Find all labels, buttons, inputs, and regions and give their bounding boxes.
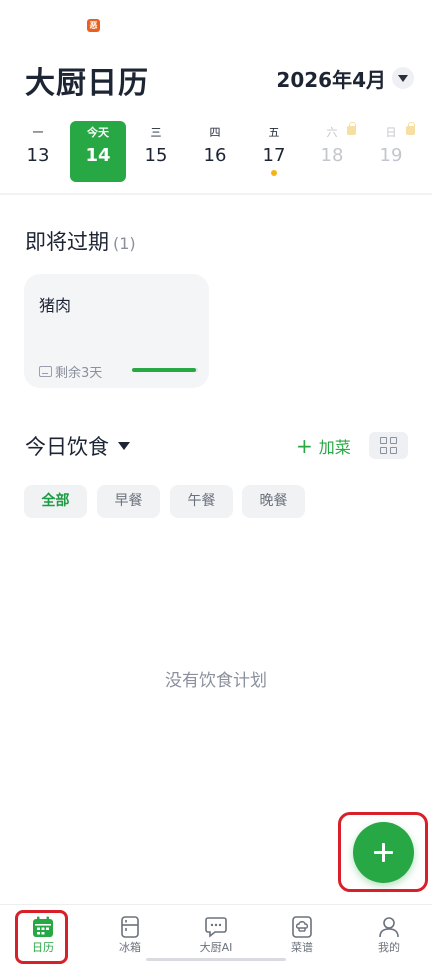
tab-profile[interactable]: 我的 — [359, 913, 419, 963]
add-plan-fab[interactable] — [353, 822, 414, 883]
grid-icon — [390, 437, 397, 444]
header: 大厨日历 2026年4月 — [0, 56, 432, 102]
bottom-tab-bar: 日历 冰箱 大厨AI 菜谱 我的 — [0, 904, 432, 964]
app-notification-icon: 恶 — [87, 19, 100, 32]
day-date: 13 — [26, 145, 50, 166]
remaining-days: 剩余3天 — [39, 362, 102, 381]
day-item[interactable]: 一 13 — [10, 121, 66, 182]
lock-icon — [406, 122, 415, 135]
tab-label: 冰箱 — [119, 941, 141, 954]
filter-chip-breakfast[interactable]: 早餐 — [97, 485, 160, 518]
day-item-locked[interactable]: 日 19 — [363, 121, 419, 182]
expiring-count: (1) — [113, 234, 136, 253]
month-label: 2026年4月 — [276, 67, 386, 92]
expiring-section-title: 即将过期 (1) — [25, 226, 136, 256]
status-bar: 恶 — [0, 0, 432, 44]
inbox-icon — [39, 366, 52, 377]
chat-bubble-icon — [205, 916, 227, 938]
tab-label: 我的 — [378, 941, 400, 954]
day-weekday: 五 — [268, 126, 280, 139]
tab-calendar[interactable]: 日历 — [13, 913, 73, 963]
day-item[interactable]: 四 16 — [187, 121, 243, 182]
day-date: 17 — [262, 145, 286, 166]
day-item[interactable]: 三 15 — [128, 121, 184, 182]
event-dot — [271, 170, 277, 176]
lock-icon — [347, 122, 356, 135]
month-picker[interactable]: 2026年4月 — [276, 62, 414, 94]
day-date: 16 — [203, 145, 227, 166]
day-date: 18 — [320, 145, 344, 166]
add-dish-label: 加菜 — [318, 438, 351, 457]
day-weekday: 三 — [150, 126, 162, 139]
grid-icon — [380, 437, 387, 444]
week-strip: 一 13 今天 14 三 15 四 16 五 17 六 18 日 19 — [0, 120, 432, 186]
ingredient-name: 猪肉 — [39, 296, 72, 315]
day-date: 19 — [379, 145, 403, 166]
chevron-down-icon — [392, 67, 414, 89]
freshness-progress-fill — [132, 368, 197, 372]
day-weekday: 四 — [209, 126, 221, 139]
person-icon — [378, 916, 400, 938]
expiring-title: 即将过期 — [25, 230, 109, 254]
divider — [0, 193, 432, 195]
tab-recipes[interactable]: 菜谱 — [272, 913, 332, 963]
day-date: 14 — [85, 145, 111, 166]
filter-chip-dinner[interactable]: 晚餐 — [242, 485, 305, 518]
day-item-locked[interactable]: 六 18 — [304, 121, 360, 182]
filter-chip-all[interactable]: 全部 — [24, 485, 87, 518]
tab-label: 大厨AI — [199, 941, 233, 954]
expiring-item-card[interactable]: 猪肉 剩余3天 — [24, 274, 209, 388]
page-title: 大厨日历 — [25, 66, 149, 101]
add-dish-button[interactable]: + 加菜 — [296, 434, 351, 458]
tab-label: 日历 — [32, 941, 54, 954]
freshness-progress — [132, 368, 198, 372]
grid-view-toggle[interactable] — [369, 432, 408, 459]
diet-title: 今日饮食 — [25, 435, 109, 459]
empty-state-text: 没有饮食计划 — [165, 671, 267, 691]
home-indicator — [146, 958, 286, 961]
day-weekday: 今天 — [87, 126, 109, 139]
tab-chef-ai[interactable]: 大厨AI — [186, 913, 246, 963]
calendar-icon — [32, 916, 54, 938]
day-item[interactable]: 五 17 — [246, 121, 302, 182]
diet-title-dropdown[interactable]: 今日饮食 — [25, 431, 130, 461]
day-item-today[interactable]: 今天 14 — [70, 121, 126, 182]
caret-down-icon — [118, 442, 130, 450]
recipe-book-icon — [291, 916, 313, 938]
tab-label: 菜谱 — [291, 941, 313, 954]
grid-icon — [390, 447, 397, 454]
filter-chip-lunch[interactable]: 午餐 — [170, 485, 233, 518]
grid-icon — [380, 447, 387, 454]
day-date: 15 — [144, 145, 168, 166]
day-weekday: 一 — [32, 126, 44, 139]
fridge-icon — [119, 916, 141, 938]
plus-icon: + — [296, 434, 313, 458]
remaining-days-label: 剩余3天 — [55, 366, 103, 381]
tab-fridge[interactable]: 冰箱 — [100, 913, 160, 963]
